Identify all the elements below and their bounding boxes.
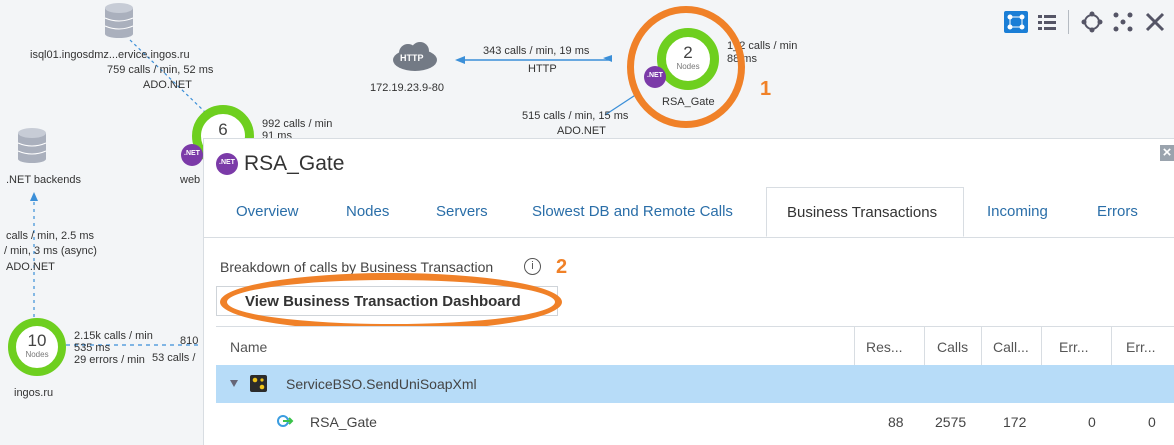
row-errors-per-min: 0: [1148, 414, 1156, 430]
table-row[interactable]: RSA_Gate 88 2575 172 0 0: [216, 403, 1174, 441]
dotnet-icon: .NET: [181, 144, 203, 166]
tab-incoming[interactable]: Incoming: [987, 203, 1048, 220]
tab-errors[interactable]: Errors: [1097, 203, 1138, 220]
backends-label[interactable]: .NET backends: [6, 174, 81, 187]
tab-slowest-db-remote-calls[interactable]: Slowest DB and Remote Calls: [532, 203, 733, 220]
col-calls-per-min[interactable]: Call...: [993, 339, 1029, 355]
col-errors-per-min[interactable]: Err...: [1126, 339, 1156, 355]
database-icon[interactable]: [16, 127, 48, 163]
ingos-edge-calls: 53 calls /: [152, 352, 196, 364]
annotation-ellipse-1: [627, 6, 745, 128]
toolbar-divider: [1068, 10, 1069, 34]
flow-map-icon[interactable]: [1004, 11, 1028, 33]
layout-grid-icon[interactable]: [1112, 11, 1134, 33]
row-response-time: 88: [888, 414, 904, 430]
bt-name[interactable]: ServiceBSO.SendUniSoapXml: [286, 376, 477, 392]
layout-circle-icon[interactable]: [1081, 11, 1103, 33]
web-node-ms: 91 ms: [262, 130, 292, 138]
backends-protocol: ADO.NET: [6, 261, 55, 273]
col-separator: [1041, 327, 1042, 365]
annotation-number-1: 1: [760, 78, 772, 100]
col-separator: [854, 327, 855, 365]
ingos-edge-value: 810: [180, 335, 199, 347]
tab-business-transactions[interactable]: Business Transactions: [766, 187, 964, 237]
col-response-time[interactable]: Res...: [866, 339, 903, 355]
ingos-node[interactable]: 10 Nodes: [8, 318, 66, 376]
tab-overview[interactable]: Overview: [236, 203, 299, 220]
col-separator: [924, 327, 925, 365]
col-separator: [981, 327, 982, 365]
node-details-panel: .NET RSA_Gate × Overview Nodes Servers S…: [203, 138, 1174, 445]
web-node-name[interactable]: web: [180, 174, 200, 187]
rsa-out-calls: 515 calls / min, 15 ms: [522, 110, 629, 122]
web-node-count: 6: [218, 120, 228, 139]
annotation-number-2: 2: [556, 256, 568, 278]
ingos-node-name[interactable]: ingos.ru: [14, 387, 53, 400]
panel-tabs: Overview Nodes Servers Slowest DB and Re…: [204, 187, 1174, 238]
dotnet-icon: .NET: [216, 153, 238, 175]
table-row[interactable]: ServiceBSO.SendUniSoapXml: [216, 365, 1174, 403]
db-node-name[interactable]: isql01.ingosdmz...ervice.ingos.ru: [30, 49, 190, 62]
col-name[interactable]: Name: [230, 339, 267, 355]
row-errors: 0: [1088, 414, 1096, 430]
backends-async: / min, 3 ms (async): [4, 245, 97, 257]
table-header: Name Res... Calls Call... Err... Err...: [216, 326, 1174, 366]
col-errors[interactable]: Err...: [1059, 339, 1089, 355]
rsa-out-protocol: ADO.NET: [557, 125, 606, 137]
tab-servers[interactable]: Servers: [436, 203, 488, 220]
db-node-calls: 759 calls / min, 52 ms: [107, 64, 214, 76]
close-icon[interactable]: ×: [1160, 145, 1174, 161]
ingos-node-count: 10: [27, 331, 47, 350]
http-cloud-icon[interactable]: HTTP: [390, 42, 440, 72]
http-badge: HTTP: [400, 53, 424, 63]
db-node-protocol: ADO.NET: [143, 79, 192, 91]
panel-title: RSA_Gate: [244, 152, 345, 175]
row-calls: 2575: [935, 414, 967, 430]
ingos-errors: 29 errors / min: [74, 354, 145, 366]
list-icon[interactable]: [1036, 12, 1058, 32]
row-name[interactable]: RSA_Gate: [310, 414, 377, 430]
expand-caret-icon[interactable]: [230, 380, 238, 387]
business-transaction-icon: [250, 375, 267, 392]
ingos-node-sub: Nodes: [25, 350, 49, 359]
expand-icon[interactable]: [1144, 11, 1166, 33]
http-protocol: HTTP: [528, 63, 557, 75]
col-calls[interactable]: Calls: [937, 339, 968, 355]
entry-arrow-icon: [276, 412, 294, 430]
annotation-ellipse-2: [220, 273, 562, 331]
backends-calls: calls / min, 2.5 ms: [6, 230, 95, 242]
tab-nodes[interactable]: Nodes: [346, 203, 389, 220]
row-calls-per-min: 172: [1003, 414, 1027, 430]
http-calls: 343 calls / min, 19 ms: [483, 45, 590, 57]
http-node-address: 172.19.23.9-80: [370, 82, 445, 94]
database-icon[interactable]: [103, 2, 135, 38]
info-icon[interactable]: i: [524, 258, 541, 275]
col-separator: [1111, 327, 1112, 365]
